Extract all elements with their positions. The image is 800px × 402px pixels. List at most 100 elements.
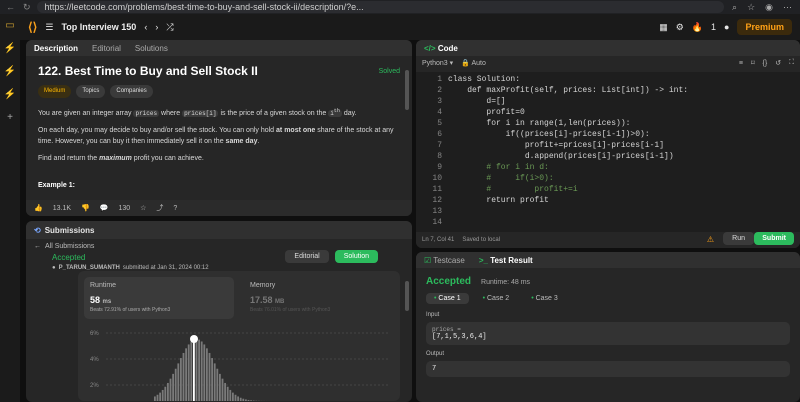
memory-box[interactable]: Memory 17.58 MB Beats 76.01% of users wi…	[244, 277, 394, 319]
code-line: def maxProfit(self, prices: List[int]) -…	[448, 86, 689, 95]
tab-solutions[interactable]: Solutions	[135, 44, 168, 53]
like-icon[interactable]: 👍	[34, 204, 43, 212]
star-icon[interactable]: ☆	[747, 2, 755, 13]
line-number: 3	[437, 97, 442, 106]
result-runtime: Runtime: 48 ms	[481, 279, 531, 286]
runtime-box[interactable]: Runtime 58 ms Beats 72.91% of users with…	[84, 277, 234, 319]
auto-indicator[interactable]: 🔒 Auto	[461, 59, 486, 67]
bookmark-icon[interactable]: ⌑	[751, 59, 755, 67]
histogram-bar	[245, 399, 247, 401]
help-icon[interactable]: ?	[173, 205, 177, 212]
histogram-bar	[198, 339, 200, 401]
notes-icon[interactable]: ≡	[739, 60, 743, 67]
input-value: [7,1,5,3,6,4]	[432, 333, 487, 341]
tab-testcase[interactable]: ☑ Testcase	[424, 256, 465, 265]
submissions-icon: ⟲	[34, 225, 41, 235]
braces-icon[interactable]: {}	[763, 60, 768, 67]
avatar[interactable]: ●	[724, 22, 729, 32]
line-number: 2	[437, 86, 442, 95]
address-bar[interactable]: https://leetcode.com/problems/best-time-…	[36, 1, 725, 13]
input-box: prices = [7,1,5,3,6,4]	[426, 322, 790, 345]
your-runtime-marker	[190, 335, 198, 343]
case-1-tab[interactable]: • Case 1	[426, 293, 469, 304]
code-icon: </>	[424, 43, 436, 53]
expand-icon[interactable]: ⛶	[789, 59, 794, 67]
description-scrollbar[interactable]	[405, 70, 409, 110]
menu-icon[interactable]: ⋯	[783, 2, 792, 13]
histogram-bar	[224, 382, 226, 401]
histogram-bar	[219, 373, 221, 401]
histogram-bar	[211, 358, 213, 401]
histogram-bar	[208, 352, 211, 401]
companies-chip[interactable]: Companies	[110, 85, 153, 98]
language-select[interactable]: Python3 ▾	[422, 59, 453, 67]
histogram-bar	[213, 363, 216, 401]
problem-list-icon[interactable]: ☰	[45, 22, 53, 33]
editorial-button[interactable]: Editorial	[285, 250, 329, 263]
problem-list-title[interactable]: Top Interview 150	[61, 22, 136, 32]
run-button[interactable]: Run	[723, 232, 754, 245]
leetcode-tab-icon[interactable]: ⚡	[4, 43, 16, 54]
debug-icon[interactable]: ⚠	[707, 235, 714, 244]
comment-icon[interactable]: 💬	[100, 204, 109, 212]
line-number: 12	[432, 196, 442, 205]
case-2-tab[interactable]: • Case 2	[475, 293, 518, 304]
submissions-scrollbar[interactable]	[405, 281, 409, 311]
histogram-bar	[239, 397, 242, 401]
histogram-bar	[232, 392, 234, 401]
line-number: 4	[437, 108, 442, 117]
histogram-bar	[200, 341, 203, 401]
leetcode-tab-icon-2[interactable]: ⚡	[4, 66, 16, 77]
topics-chip[interactable]: Topics	[76, 85, 106, 98]
runtime-distribution-chart[interactable]: 6% 4% 2%	[84, 325, 394, 401]
cursor-position: Ln 7, Col 41	[422, 237, 455, 243]
streak-icon[interactable]: 🔥	[692, 22, 703, 33]
runtime-beats: Beats 72.91% of users with Python3	[90, 307, 171, 313]
output-box: 7	[426, 361, 790, 377]
saved-status: Saved to local	[462, 237, 501, 243]
refresh-icon[interactable]: ↻	[23, 2, 31, 13]
sidebar-tab-icon[interactable]: ▭	[5, 20, 14, 31]
code-line: if((prices[i]-prices[i-1])>0):	[448, 130, 650, 139]
histogram-bar	[250, 400, 252, 401]
case-3-tab[interactable]: • Case 3	[523, 293, 566, 304]
settings-icon[interactable]: ⚙	[676, 22, 684, 33]
leetcode-tab-icon-3[interactable]: ⚡	[4, 89, 16, 100]
description-tabs: Description Editorial Solutions	[26, 40, 412, 56]
layout-icon[interactable]: ▦	[659, 22, 668, 33]
submit-button[interactable]: Submit	[754, 232, 794, 245]
tab-test-result[interactable]: >_ Test Result	[479, 256, 533, 265]
zoom-icon[interactable]: ⌕	[732, 2, 737, 13]
tab-description[interactable]: Description	[34, 44, 78, 53]
histogram-bar	[177, 363, 180, 401]
premium-button[interactable]: Premium	[737, 19, 792, 35]
problem-title-row: 122. Best Time to Buy and Sell Stock II …	[38, 65, 400, 77]
line-number: 10	[432, 174, 442, 183]
histogram-bar	[156, 394, 159, 401]
code-editor[interactable]: 1 class Solution: 2 def maxProfit(self, pr…	[416, 72, 800, 232]
histogram-bar	[247, 399, 250, 401]
histogram-bar	[242, 398, 245, 401]
result-tabs: ☑ Testcase >_ Test Result	[416, 252, 800, 268]
solution-button[interactable]: Solution	[334, 250, 378, 263]
favorite-icon[interactable]: ☆	[140, 204, 146, 212]
extension-icon[interactable]: ◉	[765, 2, 773, 13]
prev-problem-icon[interactable]: ‹	[144, 22, 147, 32]
code-line: return profit	[448, 196, 549, 205]
leetcode-logo-icon[interactable]: ⟨⟩	[28, 20, 37, 34]
share-icon[interactable]: ⤴	[156, 203, 163, 213]
shuffle-icon[interactable]: ⤮	[166, 22, 173, 33]
code-tab[interactable]: </> Code	[424, 44, 458, 53]
tab-editorial[interactable]: Editorial	[92, 44, 121, 53]
histogram-bar	[174, 368, 177, 401]
output-label: Output	[426, 351, 445, 357]
code-line: profit=0	[448, 108, 525, 117]
histogram-bar	[159, 392, 161, 401]
line-number: 13	[432, 207, 442, 216]
streak-count: 1	[711, 22, 717, 32]
dislike-icon[interactable]: 👎	[81, 204, 90, 212]
add-tab-icon[interactable]: +	[7, 112, 13, 123]
reset-icon[interactable]: ↺	[775, 59, 781, 67]
next-problem-icon[interactable]: ›	[155, 22, 158, 32]
back-icon[interactable]: ←	[6, 2, 15, 13]
